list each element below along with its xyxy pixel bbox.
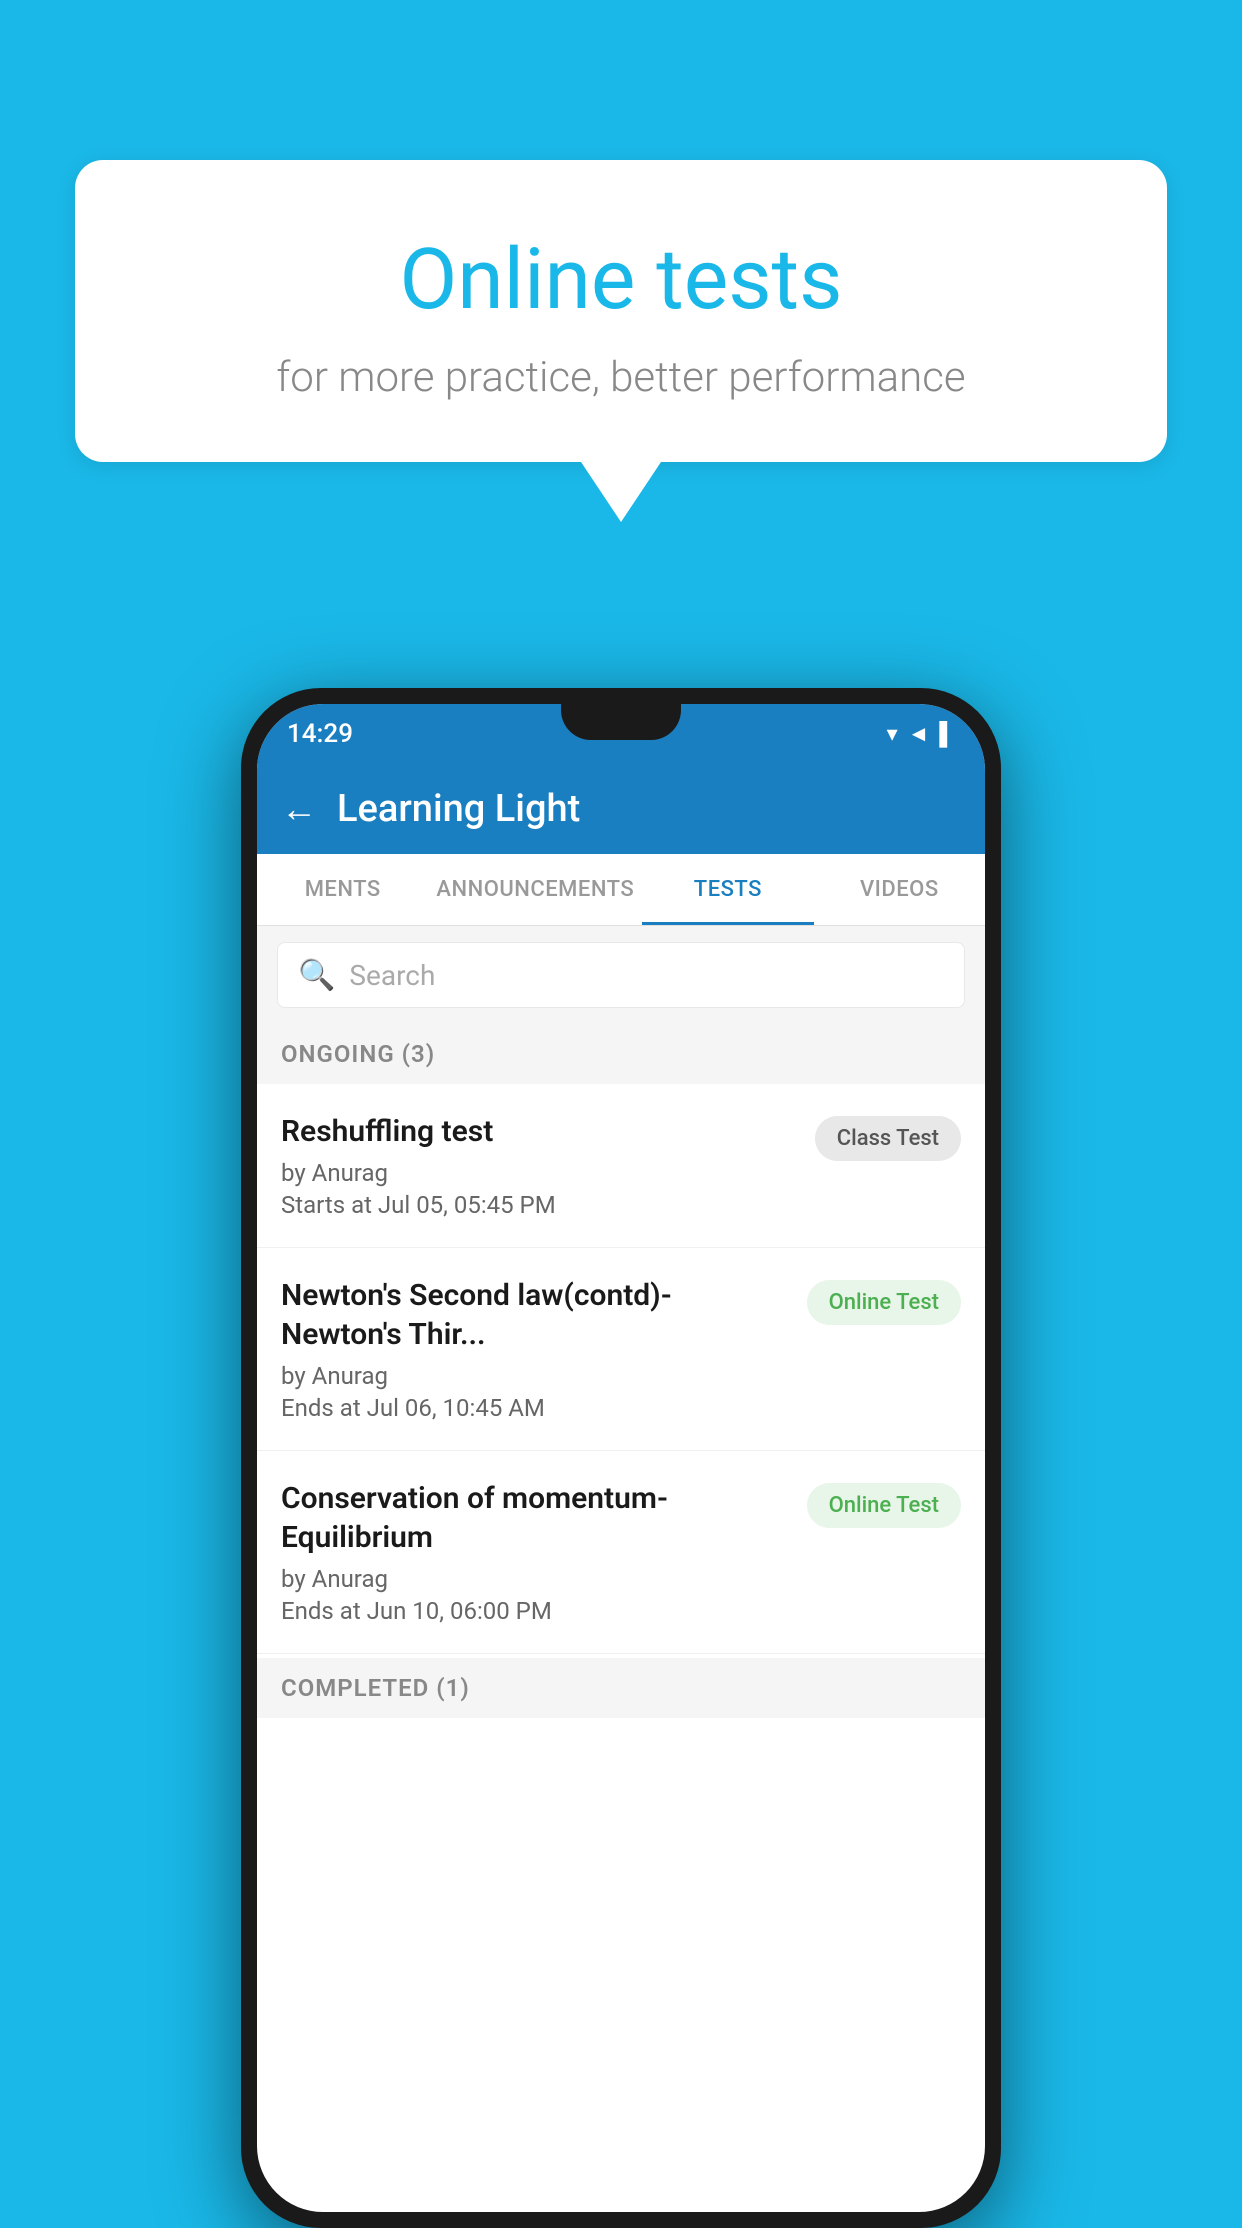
search-icon: 🔍 — [298, 958, 335, 993]
battery-icon: ▌ — [939, 721, 955, 747]
status-icons: ▾ ◄ ▌ — [887, 721, 955, 747]
ongoing-section-header: ONGOING (3) — [257, 1024, 985, 1084]
promo-bubble: Online tests for more practice, better p… — [75, 160, 1167, 522]
completed-label: COMPLETED (1) — [281, 1674, 470, 1702]
test-tag: Online Test — [807, 1483, 961, 1528]
test-time: Ends at Jun 10, 06:00 PM — [281, 1597, 791, 1625]
app-title: Learning Light — [337, 787, 580, 831]
test-author: by Anurag — [281, 1565, 791, 1593]
signal-icon: ◄ — [908, 721, 930, 747]
test-time: Ends at Jul 06, 10:45 AM — [281, 1394, 791, 1422]
phone-notch — [561, 704, 681, 740]
test-tag: Class Test — [815, 1116, 961, 1161]
test-item[interactable]: Conservation of momentum-Equilibrium by … — [257, 1451, 985, 1654]
test-list: Reshuffling test by Anurag Starts at Jul… — [257, 1084, 985, 1654]
tab-videos[interactable]: VIDEOS — [814, 854, 985, 925]
phone-frame: 14:29 ▾ ◄ ▌ ← Learning Light MENTS ANNOU… — [241, 688, 1001, 2228]
tab-tests[interactable]: TESTS — [642, 854, 813, 925]
speech-bubble: Online tests for more practice, better p… — [75, 160, 1167, 462]
completed-section-header: COMPLETED (1) — [257, 1658, 985, 1718]
test-info: Newton's Second law(contd)-Newton's Thir… — [281, 1276, 791, 1422]
app-bar: ← Learning Light — [257, 764, 985, 854]
bubble-tail — [581, 462, 661, 522]
search-input[interactable]: Search — [349, 959, 435, 992]
test-time: Starts at Jul 05, 05:45 PM — [281, 1191, 799, 1219]
test-tag: Online Test — [807, 1280, 961, 1325]
bubble-title: Online tests — [135, 230, 1107, 329]
tab-bar: MENTS ANNOUNCEMENTS TESTS VIDEOS — [257, 854, 985, 926]
test-author: by Anurag — [281, 1159, 799, 1187]
wifi-icon: ▾ — [887, 722, 898, 747]
test-info: Reshuffling test by Anurag Starts at Jul… — [281, 1112, 799, 1219]
test-author: by Anurag — [281, 1362, 791, 1390]
test-info: Conservation of momentum-Equilibrium by … — [281, 1479, 791, 1625]
test-item[interactable]: Reshuffling test by Anurag Starts at Jul… — [257, 1084, 985, 1248]
test-item[interactable]: Newton's Second law(contd)-Newton's Thir… — [257, 1248, 985, 1451]
ongoing-label: ONGOING (3) — [281, 1040, 435, 1068]
bubble-subtitle: for more practice, better performance — [135, 353, 1107, 402]
test-name: Reshuffling test — [281, 1112, 799, 1151]
search-container: 🔍 Search — [257, 926, 985, 1024]
back-button[interactable]: ← — [281, 788, 317, 830]
test-name: Newton's Second law(contd)-Newton's Thir… — [281, 1276, 791, 1354]
phone-screen: 14:29 ▾ ◄ ▌ ← Learning Light MENTS ANNOU… — [257, 704, 985, 2212]
tab-ments[interactable]: MENTS — [257, 854, 428, 925]
search-bar[interactable]: 🔍 Search — [277, 942, 965, 1008]
test-name: Conservation of momentum-Equilibrium — [281, 1479, 791, 1557]
tab-announcements[interactable]: ANNOUNCEMENTS — [428, 854, 642, 925]
status-time: 14:29 — [287, 719, 353, 749]
